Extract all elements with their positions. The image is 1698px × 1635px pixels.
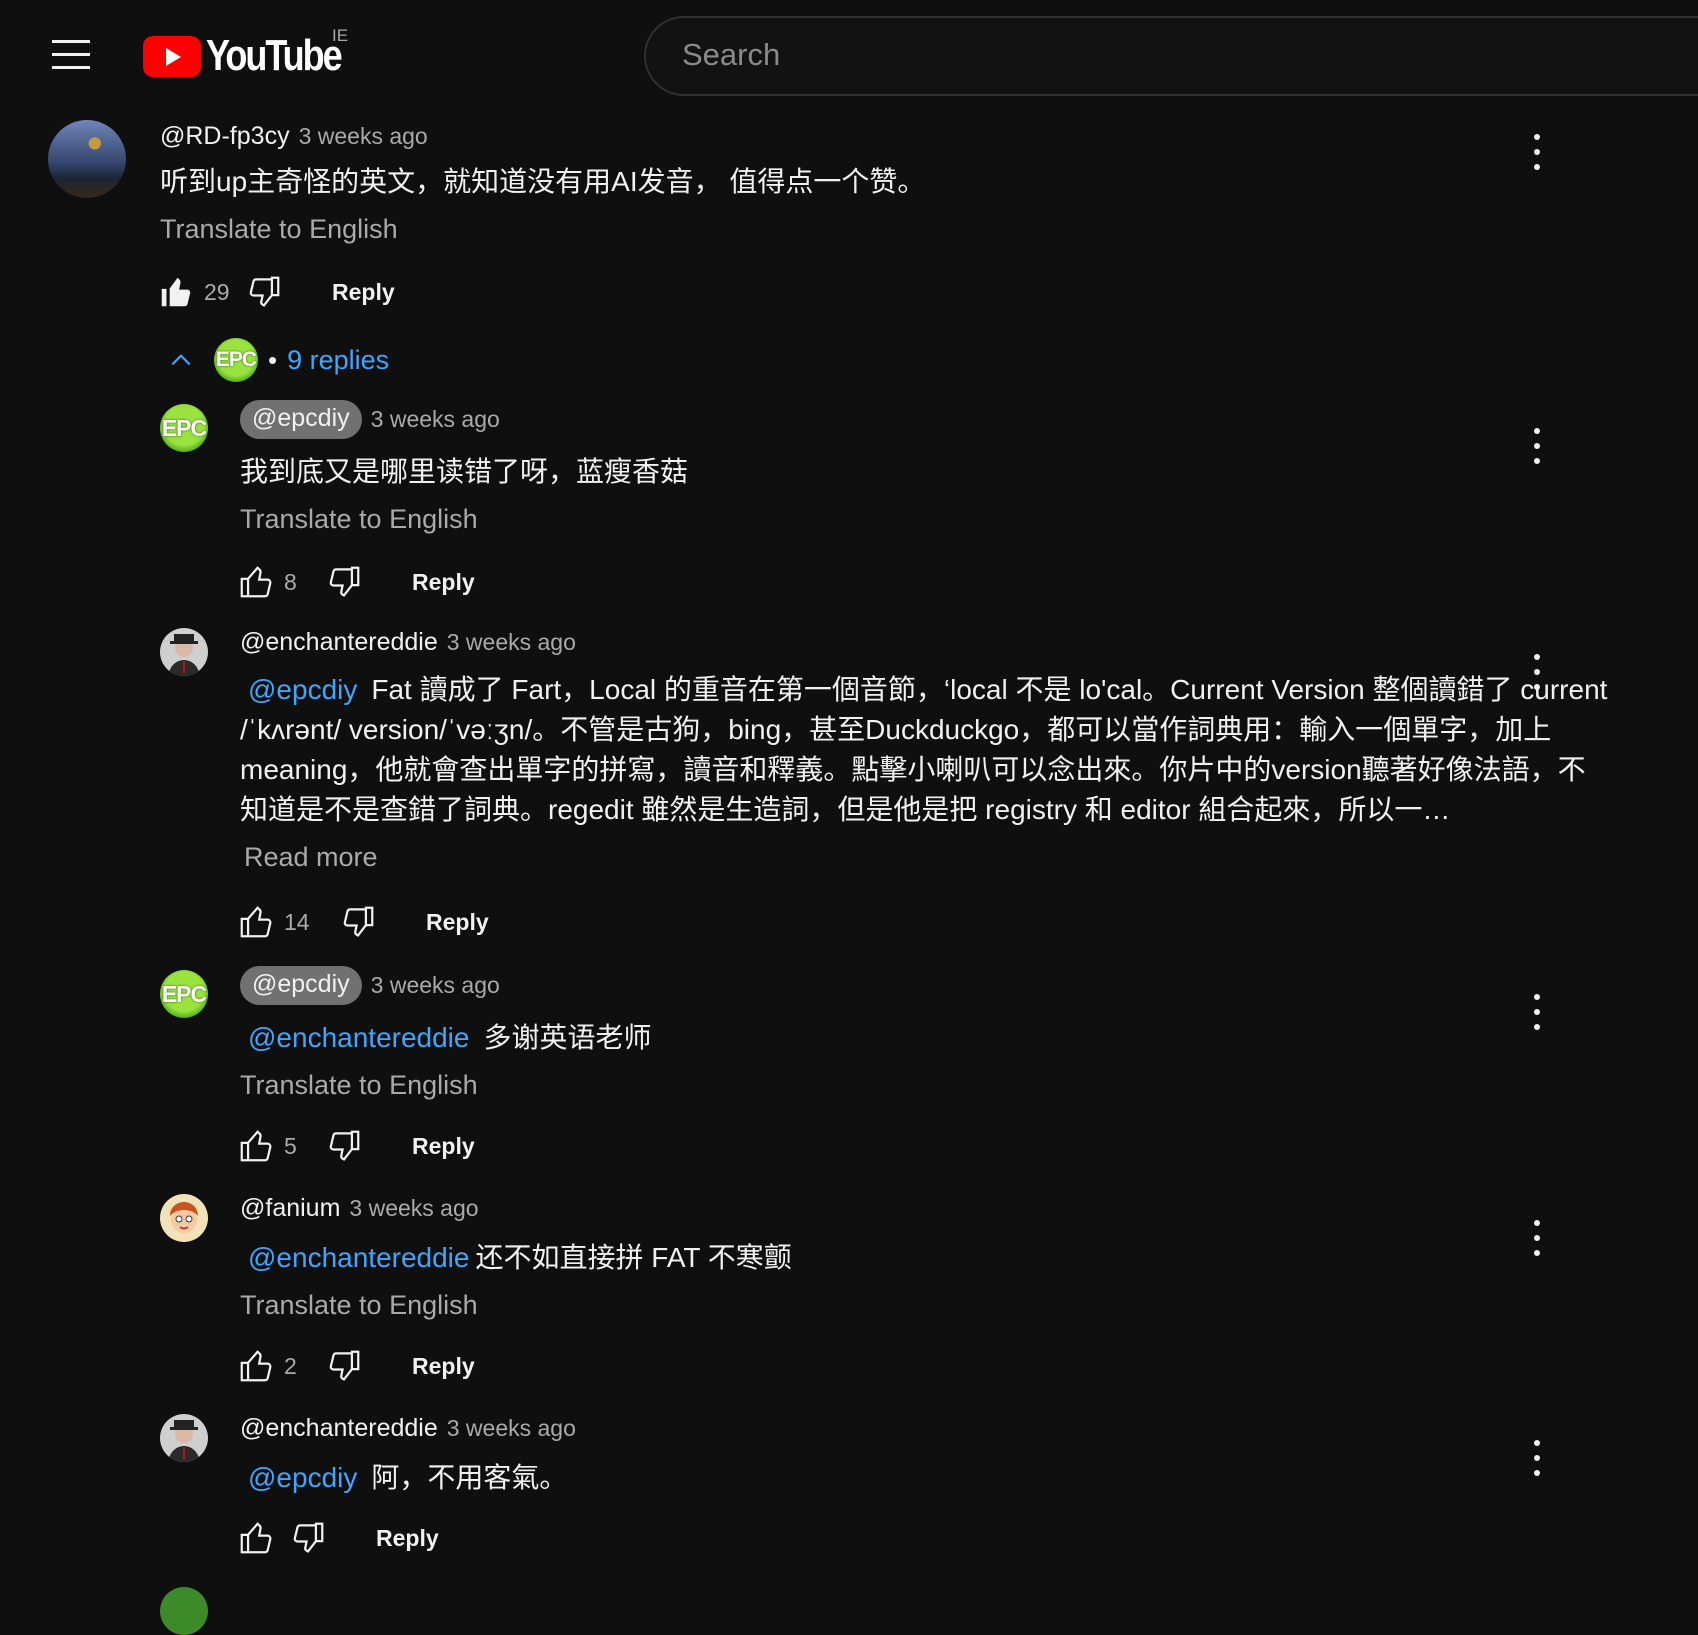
comment-body: 还不如直接拼 FAT 不寒颤 [475,1242,792,1273]
mention-link[interactable]: @enchantereddie [248,1022,469,1053]
avatar[interactable]: EPC [160,404,208,452]
translate-link[interactable]: Translate to English [240,504,478,535]
chevron-up-icon [171,354,191,366]
comment-text: @enchantereddie 还不如直接拼 FAT 不寒颤 [240,1238,792,1278]
reply-button[interactable]: Reply [412,569,475,596]
reply-button[interactable]: Reply [426,909,489,936]
comment-text: @enchantereddie 多谢英语老师 [240,1018,652,1058]
reply-button[interactable]: Reply [412,1133,475,1160]
logo-text: YouTube [206,31,343,80]
mention-link[interactable]: @enchantereddie [248,1242,469,1273]
avatar[interactable] [160,628,208,676]
like-count: 2 [284,1352,297,1379]
mention-link[interactable]: @epcdiy [248,674,357,705]
translate-link[interactable]: Translate to English [240,1290,478,1321]
comment-body: 阿，不用客氣。 [371,1462,568,1493]
avatar[interactable] [160,1194,208,1242]
like-count: 29 [204,278,230,305]
dislike-icon[interactable] [244,272,284,312]
like-icon[interactable] [236,1346,276,1386]
dislike-icon[interactable] [324,1346,364,1386]
youtube-play-icon [143,35,201,77]
like-count: 14 [284,908,310,935]
comment-time[interactable]: 3 weeks ago [299,123,428,150]
avatar[interactable] [160,1587,208,1635]
comment-text: 我到底又是哪里读错了呀，蓝瘦香菇 [240,456,689,487]
search-input[interactable] [680,36,1584,74]
replies-toggle[interactable]: EPC • 9 replies [168,338,389,382]
search-box[interactable] [644,16,1698,96]
creator-author-badge[interactable]: @epcdiy [240,966,362,1005]
comment-author[interactable]: @RD-fp3cy [160,122,290,151]
reply-button[interactable]: Reply [412,1353,475,1380]
read-more-link[interactable]: Read more [244,842,378,873]
dislike-icon[interactable] [324,562,364,602]
comment-author[interactable]: @enchantereddie [240,628,438,657]
replies-count[interactable]: 9 replies [287,345,389,376]
like-icon[interactable] [236,1518,276,1558]
avatar[interactable]: EPC [160,970,208,1018]
comment-author[interactable]: @enchantereddie [240,1414,438,1443]
comment-time[interactable]: 3 weeks ago [447,1415,576,1442]
dislike-icon[interactable] [338,902,378,942]
avatar[interactable] [48,120,126,198]
like-icon[interactable] [236,902,276,942]
comment-body: Fat 讀成了 Fart，Local 的重音在第一個音節，‘local 不是 l… [240,674,1608,825]
comment-body: 多谢英语老师 [483,1022,652,1053]
menu-icon[interactable] [52,40,90,70]
comment-text: @epcdiy 阿，不用客氣。 [240,1458,567,1498]
more-actions-icon[interactable] [1532,994,1542,1030]
like-count: 5 [284,1132,297,1159]
like-count: 8 [284,568,297,595]
like-filled-icon[interactable] [156,272,196,312]
more-actions-icon[interactable] [1532,134,1542,170]
comment-author[interactable]: @fanium [240,1194,340,1223]
comment-text: @epcdiy Fat 讀成了 Fart，Local 的重音在第一個音節，‘loc… [240,670,1610,830]
like-icon[interactable] [236,1126,276,1166]
creator-author-badge[interactable]: @epcdiy [240,400,362,439]
reply-button[interactable]: Reply [332,279,395,306]
like-icon[interactable] [236,562,276,602]
dislike-icon[interactable] [288,1518,328,1558]
comment-time[interactable]: 3 weeks ago [371,406,500,433]
translate-link[interactable]: Translate to English [240,1070,478,1101]
separator-dot: • [268,344,278,375]
more-actions-icon[interactable] [1532,1220,1542,1256]
dislike-icon[interactable] [324,1126,364,1166]
comment-time[interactable]: 3 weeks ago [349,1195,478,1222]
avatar[interactable] [160,1414,208,1462]
mention-link[interactable]: @epcdiy [248,1462,357,1493]
reply-button[interactable]: Reply [376,1525,439,1552]
more-actions-icon[interactable] [1532,428,1542,464]
comment-time[interactable]: 3 weeks ago [447,629,576,656]
translate-link[interactable]: Translate to English [160,214,398,245]
creator-avatar: EPC [214,338,258,382]
more-actions-icon[interactable] [1532,654,1542,690]
more-actions-icon[interactable] [1532,1440,1542,1476]
comment-text: 听到up主奇怪的英文，就知道没有用AI发音， 值得点一个赞。 [160,166,926,197]
country-code: IE [332,26,349,45]
comment-time[interactable]: 3 weeks ago [371,972,500,999]
